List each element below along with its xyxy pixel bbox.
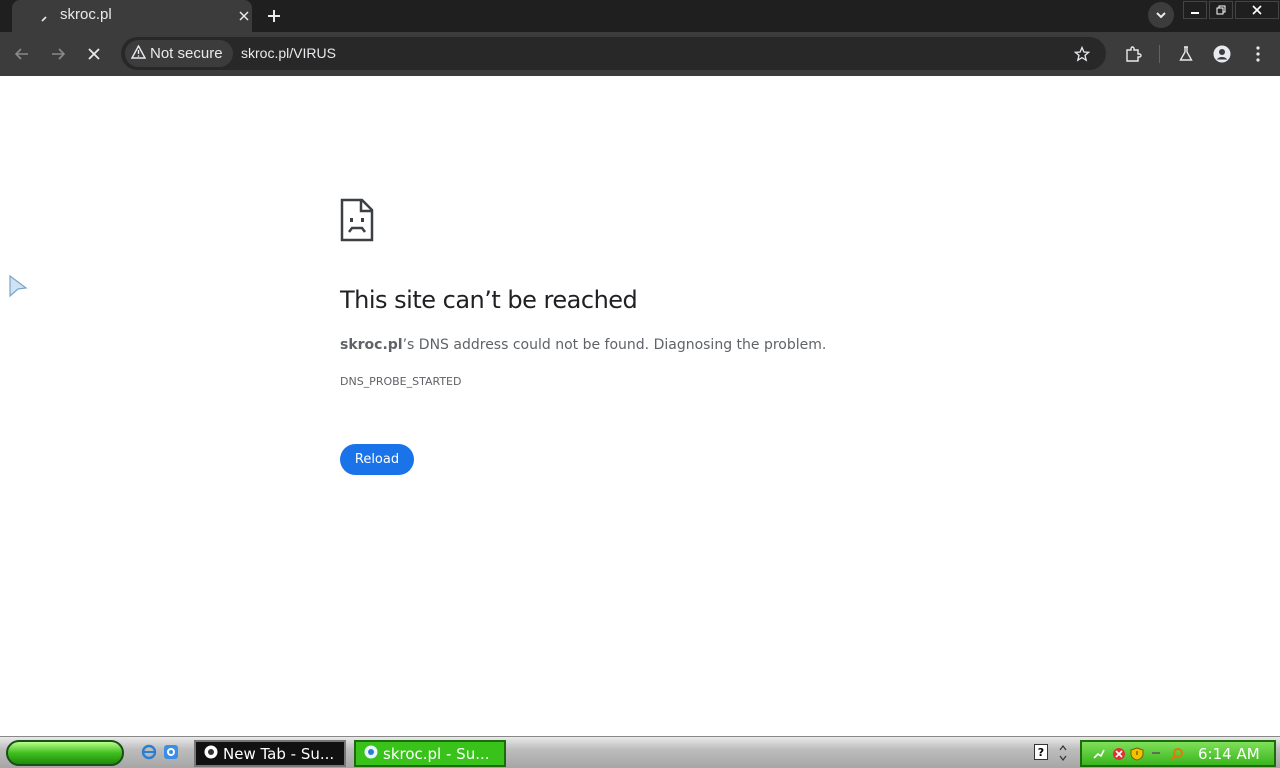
chrome-task-icon (364, 745, 378, 763)
window-controls (1183, 1, 1279, 19)
address-bar[interactable]: Not secure skroc.pl/VIRUS (121, 37, 1106, 70)
close-window-icon[interactable] (1235, 1, 1279, 19)
chrome-task-icon (204, 745, 218, 763)
help-tray-icon[interactable]: ? (1034, 744, 1048, 760)
clock[interactable]: 6:14 AM (1198, 745, 1260, 763)
error-description-text: ’s DNS address could not be found. Diagn… (402, 337, 827, 353)
security-chip-label: Not secure (150, 45, 223, 62)
mouse-pointer-icon (9, 274, 28, 298)
restore-icon[interactable] (1209, 1, 1233, 19)
back-arrow-icon[interactable] (10, 42, 34, 66)
windows-taskbar: New Tab - Su... skroc.pl - Su... ? 6:14 … (0, 736, 1280, 768)
internet-explorer-icon[interactable] (140, 743, 158, 761)
security-chip[interactable]: Not secure (125, 40, 233, 67)
taskbar-item-new-tab[interactable]: New Tab - Su... (194, 740, 346, 767)
tab-title: skroc.pl (60, 6, 112, 23)
loading-icon (40, 13, 50, 23)
labs-flask-icon[interactable] (1174, 42, 1198, 66)
browser-tab[interactable]: skroc.pl (12, 0, 252, 32)
task-label: New Tab - Su... (223, 744, 335, 763)
menu-kebab-icon[interactable] (1246, 42, 1270, 66)
tab-search-chevron-icon[interactable] (1148, 2, 1174, 28)
close-tab-icon[interactable] (234, 6, 254, 26)
stop-loading-icon[interactable] (82, 42, 106, 66)
extensions-puzzle-icon[interactable] (1121, 42, 1145, 66)
error-host: skroc.pl (340, 337, 403, 353)
search-tray-icon[interactable] (1170, 747, 1184, 761)
browser-quicklaunch-icon[interactable] (162, 743, 180, 761)
forward-arrow-icon[interactable] (46, 42, 70, 66)
volume-tray-icon[interactable] (1150, 747, 1164, 761)
toolbar-divider (1159, 45, 1160, 63)
url-text[interactable]: skroc.pl/VIRUS (241, 45, 336, 61)
browser-toolbar: Not secure skroc.pl/VIRUS (0, 32, 1280, 76)
new-tab-icon[interactable] (262, 4, 286, 28)
network-tray-icon[interactable] (1092, 747, 1106, 761)
system-tray: 6:14 AM (1080, 740, 1276, 767)
error-title: This site can’t be reached (340, 286, 638, 314)
minimize-icon[interactable] (1183, 1, 1207, 19)
bookmark-star-icon[interactable] (1071, 43, 1093, 65)
start-button[interactable] (6, 740, 124, 766)
error-code: DNS_PROBE_STARTED (340, 375, 462, 388)
sad-document-icon (340, 198, 374, 242)
shield-tray-icon[interactable] (1130, 747, 1144, 761)
error-page: This site can’t be reached skroc.pl’s DN… (0, 76, 1280, 736)
error-description: skroc.pl’s DNS address could not be foun… (340, 337, 826, 353)
task-label: skroc.pl - Su... (383, 744, 490, 763)
tab-strip: skroc.pl (0, 0, 1280, 32)
profile-avatar-icon[interactable] (1210, 42, 1234, 66)
warning-icon (130, 44, 147, 63)
security-alert-tray-icon[interactable] (1112, 747, 1126, 761)
tray-expand-arrows-icon[interactable] (1056, 741, 1070, 765)
reload-button[interactable]: Reload (340, 444, 414, 475)
taskbar-item-skroc[interactable]: skroc.pl - Su... (354, 740, 506, 767)
